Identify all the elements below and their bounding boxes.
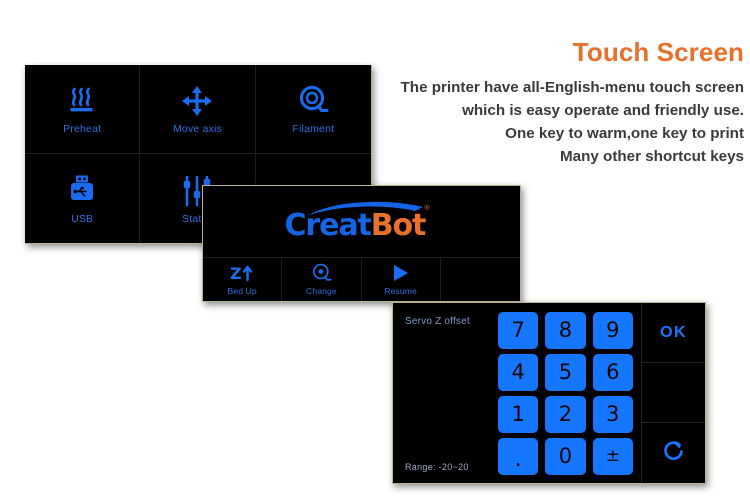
copy-line-4: Many other shortcut keys [560,148,744,166]
keypad-key-8[interactable]: 8 [545,312,586,349]
page-title: Touch Screen [572,37,744,67]
keypad-key-3[interactable]: 3 [592,396,633,433]
registered-mark: ® [424,205,430,212]
keypad-key-9[interactable]: 9 [592,312,633,349]
keypad-range-label: Range: -20~20 [405,462,469,472]
menu-item-label: Move axis [172,123,223,135]
play-icon [391,263,410,283]
copy-line-1: The printer have all-English-menu touch … [400,79,744,97]
keypad-title: Servo Z offset [405,316,470,327]
filament-spool-icon [311,263,332,283]
keypad-key-7[interactable]: 7 [498,312,539,349]
keypad-key-2[interactable]: 2 [545,396,586,433]
keypad-key-6[interactable]: 6 [592,354,633,391]
splash-action-bar: Z Bed Up Change Resume [203,257,520,301]
copy-line-3: One key to warm,one key to print [505,125,744,143]
menu-item-move-axis[interactable]: Move axis [140,65,256,154]
splash-button-bed-up[interactable]: Z Bed Up [203,258,283,301]
keypad-screen: Servo Z offset Range: -20~20 7 8 9 4 5 6… [392,302,706,484]
splash-button-resume[interactable]: Resume [362,258,441,301]
keypad-side-bar: OK [641,303,705,483]
keypad-side-empty[interactable] [642,363,705,423]
menu-item-label: Preheat [63,123,102,135]
splash-button-label: Resume [384,286,417,296]
logo-text: CreatBot [284,208,427,243]
splash-button-label: Change [306,286,337,296]
copy-line-2: which is easy operate and friendly use. [462,102,744,120]
creatbot-logo: CreatBot ® [285,199,445,245]
marketing-copy-block: Touch Screen The printer have all-Englis… [352,37,744,168]
four-way-arrow-icon [181,83,213,119]
keypad-ok-label: OK [660,323,687,341]
keypad-key-0[interactable]: 0 [545,438,586,475]
keypad-back-button[interactable] [642,423,705,483]
menu-item-filament[interactable]: Filament [255,65,371,154]
keypad-key-plus-minus[interactable]: ± [592,438,633,475]
splash-button-change[interactable]: Change [282,258,362,301]
splash-button-hidden[interactable] [441,258,520,301]
heat-waves-icon [64,83,100,119]
splash-button-label: Bed Up [227,286,257,296]
numeric-keypad: 7 8 9 4 5 6 1 2 3 . 0 ± [498,312,633,475]
keypad-inner: Servo Z offset Range: -20~20 7 8 9 4 5 6… [393,303,705,483]
filament-spool-icon [297,83,329,119]
keypad-key-4[interactable]: 4 [498,354,539,391]
keypad-ok-button[interactable]: OK [642,303,705,363]
menu-item-label: Filament [292,123,335,135]
keypad-key-5[interactable]: 5 [545,354,586,391]
refresh-icon [661,437,687,470]
logo-text-bot: Bot [370,208,427,243]
svg-text:Z: Z [230,264,242,283]
keypad-key-decimal[interactable]: . [498,438,539,475]
splash-screen: CreatBot ® Z Bed Up Change Resume [202,185,521,302]
z-up-icon: Z [229,263,255,283]
menu-item-usb[interactable]: USB [25,154,141,243]
logo-area: CreatBot ® [203,186,520,258]
keypad-key-1[interactable]: 1 [498,396,539,433]
usb-drive-icon [68,173,96,209]
menu-item-preheat[interactable]: Preheat [25,65,141,154]
logo-text-creat: Creat [284,208,372,243]
menu-item-label: USB [71,212,94,225]
